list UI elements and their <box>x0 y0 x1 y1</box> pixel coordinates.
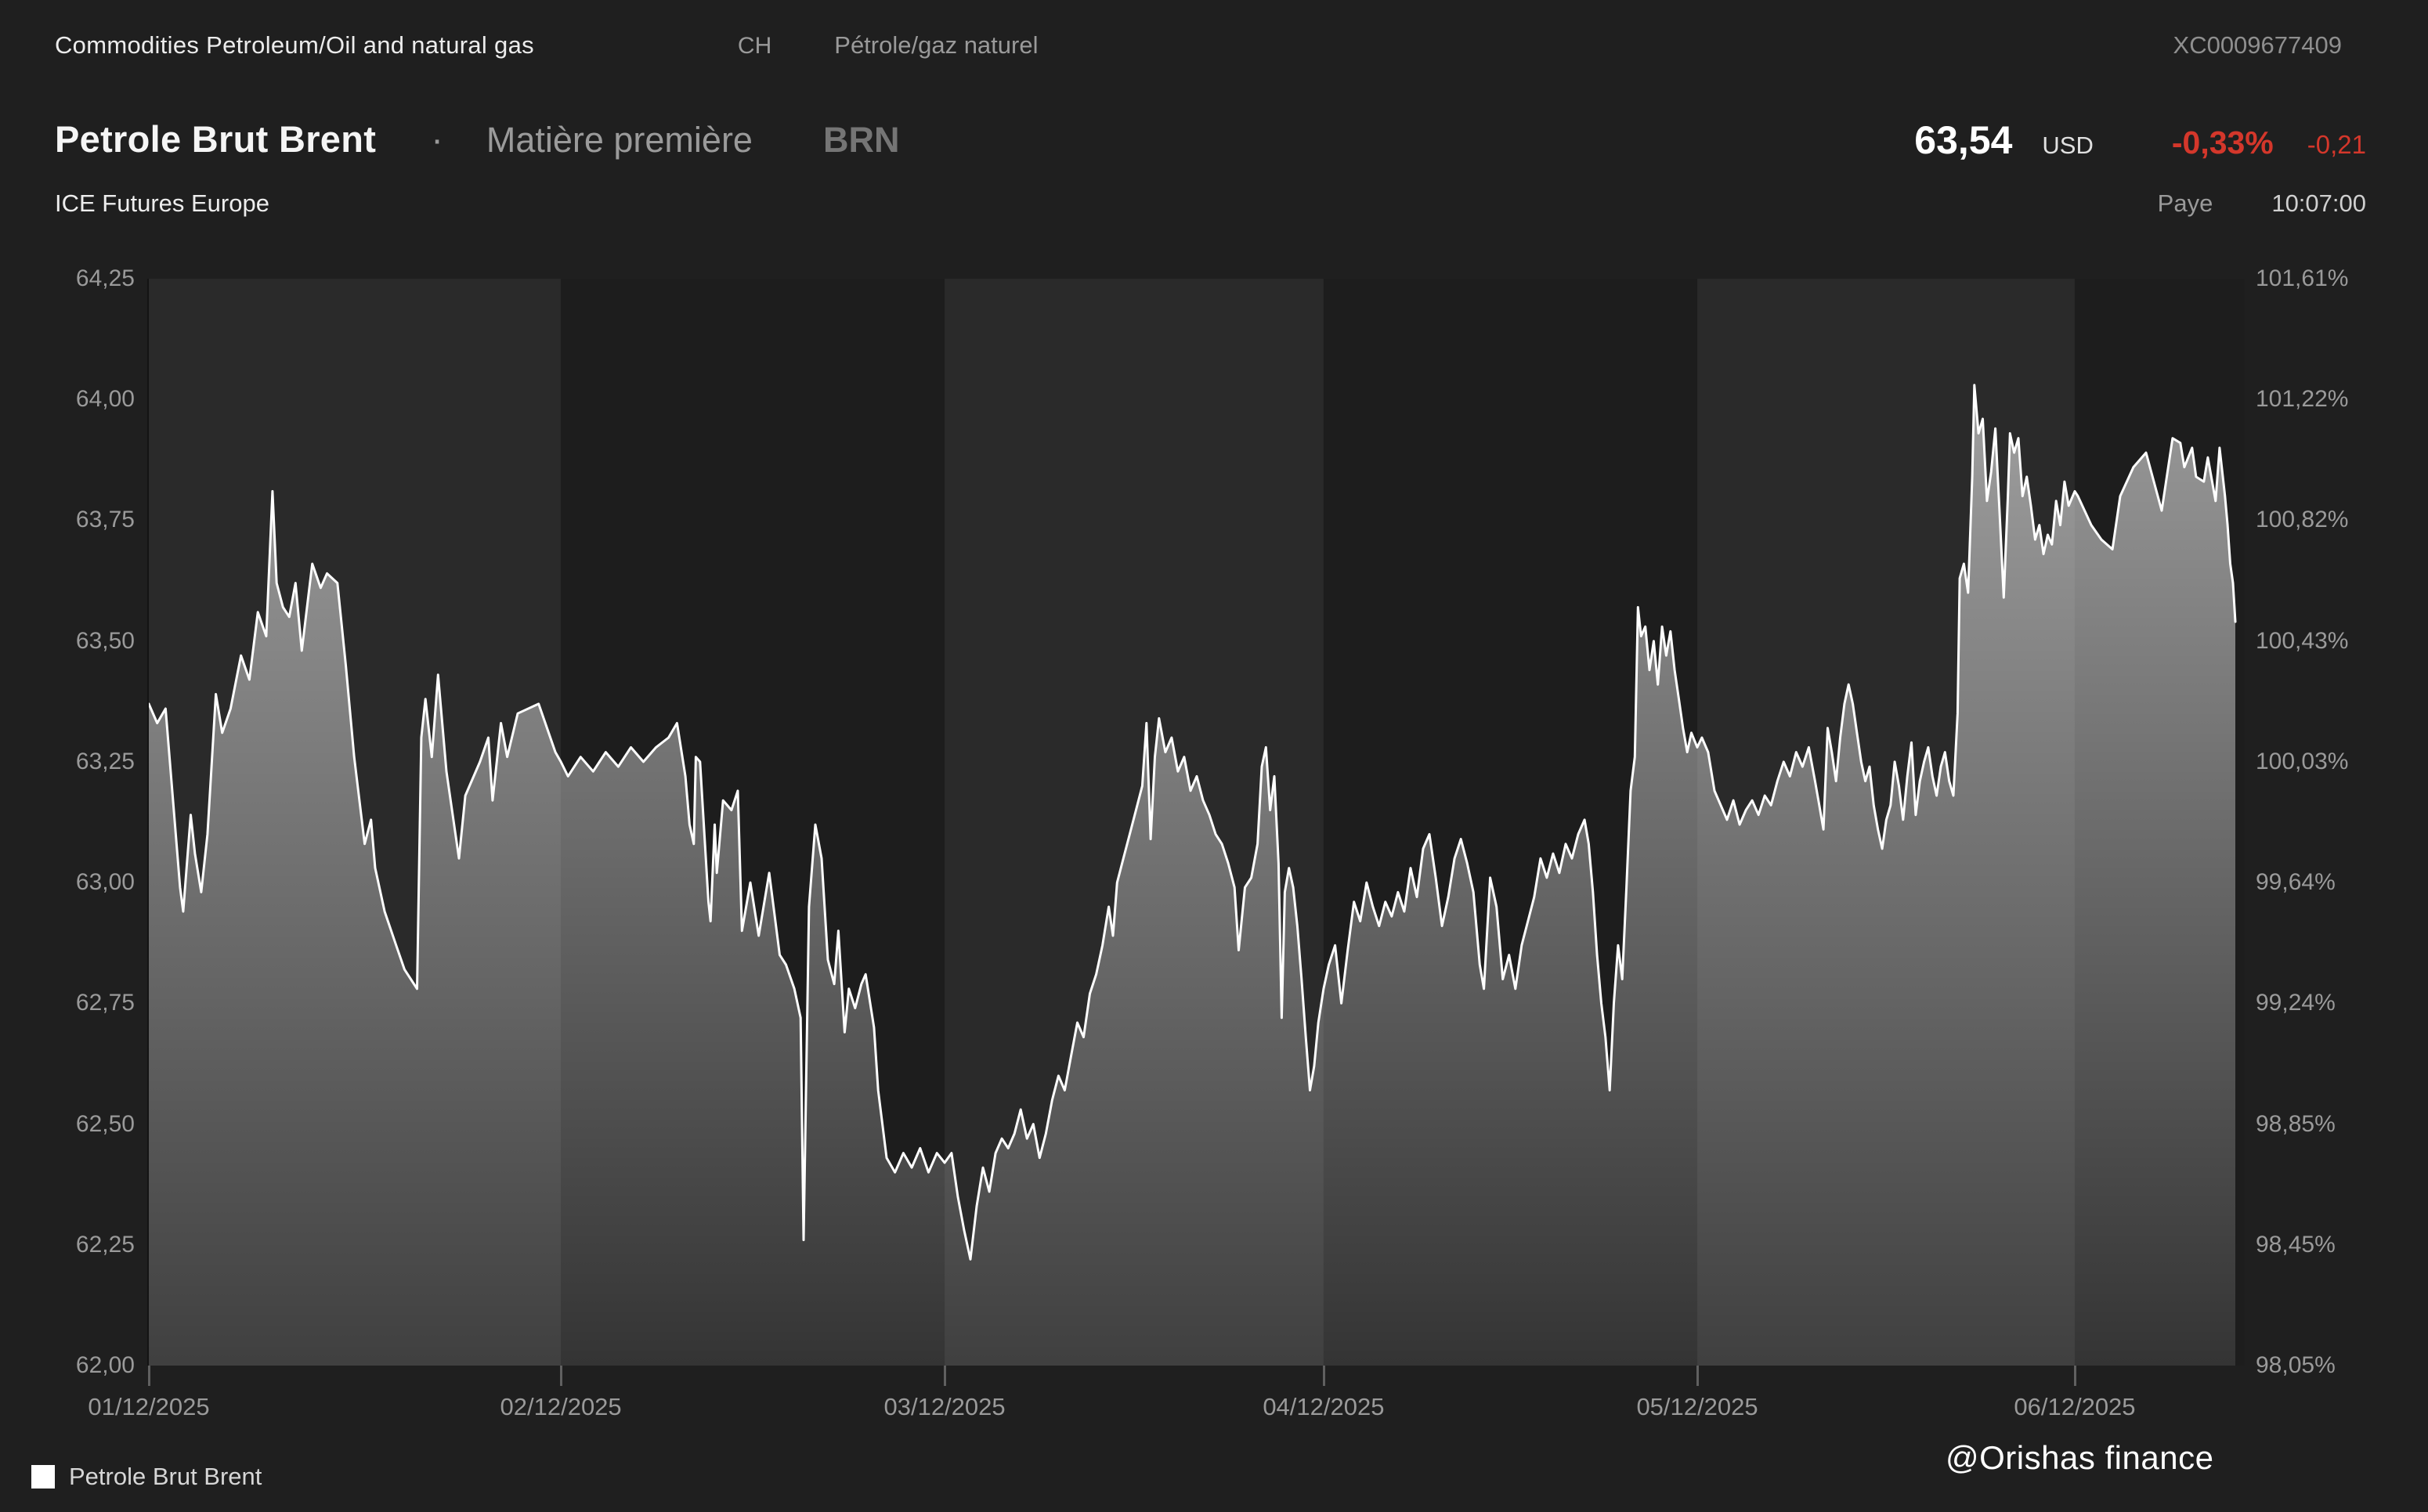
y-axis-label-left: 64,25 <box>0 265 135 293</box>
instrument-category: Commodities Petroleum/Oil and natural ga… <box>55 31 534 60</box>
y-axis-label-right: 98,85% <box>2256 1110 2336 1139</box>
quote-block: 63,54 USD -0,33% -0,21 <box>1914 117 2366 163</box>
title-separator: · <box>431 117 443 161</box>
y-axis-label-left: 64,00 <box>0 385 135 413</box>
y-axis-label-left: 63,25 <box>0 748 135 776</box>
y-axis-label-left: 63,75 <box>0 506 135 534</box>
x-axis-label: 01/12/2025 <box>88 1393 209 1421</box>
price-chart[interactable] <box>149 279 2245 1366</box>
y-axis-label-left: 62,75 <box>0 989 135 1017</box>
quote-chart-page: Commodities Petroleum/Oil and natural ga… <box>0 0 2428 1512</box>
quote-status-row: Paye 10:07:00 <box>2158 189 2366 218</box>
legend-item[interactable]: Petrole Brut Brent <box>31 1463 262 1491</box>
x-axis-label: 02/12/2025 <box>500 1393 622 1421</box>
currency-label: USD <box>2042 132 2093 160</box>
y-axis-label-left: 62,00 <box>0 1351 135 1380</box>
exchange-name: ICE Futures Europe <box>55 189 269 218</box>
y-axis-label-left: 62,50 <box>0 1110 135 1139</box>
x-axis-tick <box>2074 1366 2076 1386</box>
title-row: Petrole Brut Brent · Matière première BR… <box>55 117 899 161</box>
ticker-symbol: BRN <box>823 120 900 161</box>
y-axis-label-right: 100,43% <box>2256 627 2348 655</box>
x-axis-tick <box>1696 1366 1699 1386</box>
quote-status: Paye <box>2158 189 2213 218</box>
header-row: Commodities Petroleum/Oil and natural ga… <box>55 31 2365 60</box>
change-absolute: -0,21 <box>2307 130 2366 160</box>
y-axis-label-right: 99,24% <box>2256 989 2336 1017</box>
watermark: @Orishas finance <box>1946 1439 2213 1477</box>
x-axis-tick <box>1323 1366 1325 1386</box>
page-title: Petrole Brut Brent <box>55 117 376 161</box>
isin-code: XC0009677409 <box>2173 31 2342 60</box>
quote-time: 10:07:00 <box>2271 189 2366 218</box>
y-axis-label-right: 101,22% <box>2256 385 2348 413</box>
y-axis-label-right: 98,45% <box>2256 1231 2336 1259</box>
x-axis-tick <box>148 1366 150 1386</box>
change-percent: -0,33% <box>2172 124 2274 161</box>
y-axis-label-left: 63,00 <box>0 868 135 897</box>
y-axis-label-left: 62,25 <box>0 1231 135 1259</box>
instrument-category-fr: Pétrole/gaz naturel <box>834 31 1038 60</box>
x-axis-label: 05/12/2025 <box>1636 1393 1758 1421</box>
last-price: 63,54 <box>1914 117 2012 163</box>
legend-swatch <box>31 1465 55 1489</box>
x-axis-tick <box>944 1366 946 1386</box>
x-axis-tick <box>560 1366 562 1386</box>
x-axis-label: 04/12/2025 <box>1263 1393 1384 1421</box>
country-code: CH <box>738 33 771 60</box>
legend-label: Petrole Brut Brent <box>69 1463 262 1491</box>
x-axis-label: 03/12/2025 <box>883 1393 1005 1421</box>
y-axis-label-right: 100,03% <box>2256 748 2348 776</box>
x-axis-label: 06/12/2025 <box>2014 1393 2135 1421</box>
instrument-type: Matière première <box>486 120 753 161</box>
y-axis-label-right: 101,61% <box>2256 265 2348 293</box>
y-axis-label-right: 99,64% <box>2256 868 2336 897</box>
y-axis-label-left: 63,50 <box>0 627 135 655</box>
y-axis-label-right: 98,05% <box>2256 1351 2336 1380</box>
y-axis-label-right: 100,82% <box>2256 506 2348 534</box>
